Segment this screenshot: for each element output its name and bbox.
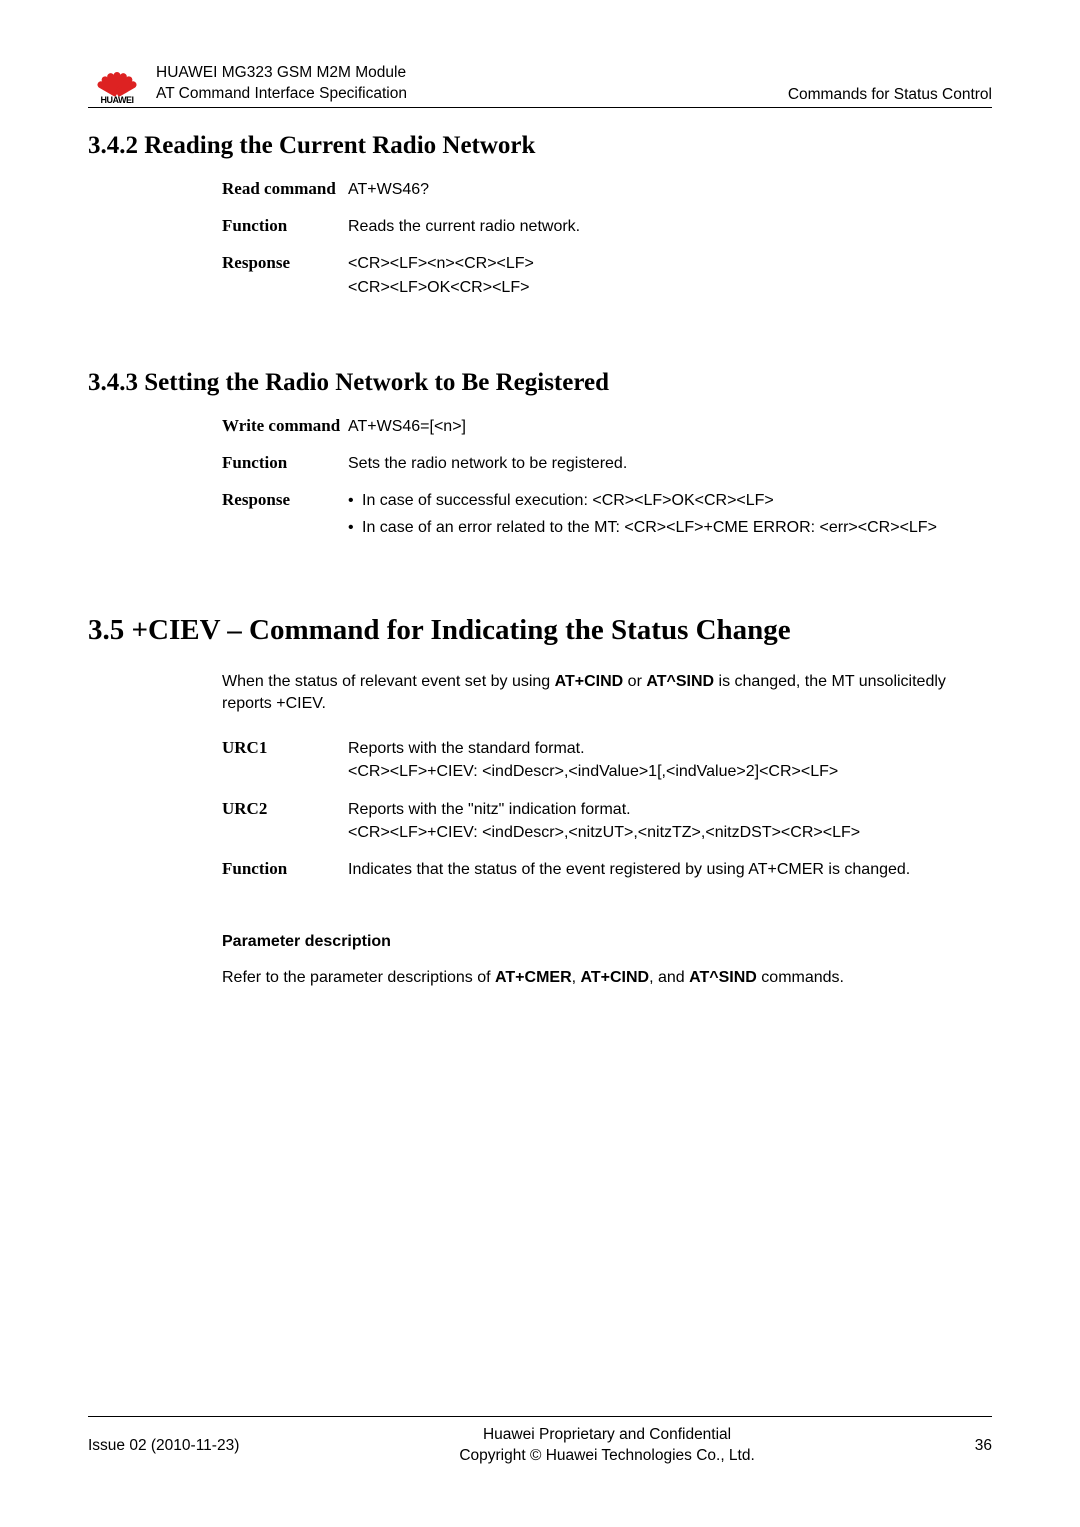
label-read-command: Read command <box>222 178 348 201</box>
section-3-5: 3.5 +CIEV – Command for Indicating the S… <box>88 614 992 990</box>
parameter-description-heading: Parameter description <box>222 933 992 951</box>
value-function-3: Indicates that the status of the event r… <box>348 858 992 881</box>
label-urc2: URC2 <box>222 798 348 844</box>
page-footer: Issue 02 (2010-11-23) Huawei Proprietary… <box>88 1416 992 1467</box>
response-line-1: <CR><LF><n><CR><LF> <box>348 252 992 275</box>
intro-bold-2: AT^SIND <box>646 673 714 690</box>
footer-issue: Issue 02 (2010-11-23) <box>88 1437 239 1455</box>
section-3-4-2: 3.4.2 Reading the Current Radio Network … <box>88 132 992 299</box>
intro-bold-1: AT+CIND <box>555 673 624 690</box>
header-product-line: HUAWEI MG323 GSM M2M Module <box>156 63 788 84</box>
value-read-command: AT+WS46? <box>348 178 992 201</box>
label-write-command: Write command <box>222 415 348 438</box>
heading-3-5: 3.5 +CIEV – Command for Indicating the S… <box>88 614 992 647</box>
value-function: Reads the current radio network. <box>348 215 992 238</box>
label-urc1: URC1 <box>222 737 348 783</box>
param-bold-1: AT+CMER <box>495 969 572 986</box>
intro-text-1: When the status of relevant event set by… <box>222 673 555 690</box>
logo-text: HUAWEI <box>101 95 134 105</box>
label-response: Response <box>222 252 348 298</box>
footer-proprietary: Huawei Proprietary and Confidential <box>459 1425 754 1446</box>
urc2-line-1: Reports with the "nitz" indication forma… <box>348 798 992 821</box>
response-bullet-2: In case of an error related to the MT: <… <box>348 516 992 539</box>
label-response-2: Response <box>222 489 348 543</box>
section-3-4-3: 3.4.3 Setting the Radio Network to Be Re… <box>88 369 992 544</box>
value-response-2: In case of successful execution: <CR><LF… <box>348 489 992 543</box>
param-bold-2: AT+CIND <box>581 969 650 986</box>
label-function-2: Function <box>222 452 348 475</box>
footer-page-number: 36 <box>975 1437 992 1455</box>
param-sep-1: , <box>572 969 581 986</box>
label-function-3: Function <box>222 858 348 881</box>
param-bold-3: AT^SIND <box>689 969 757 986</box>
value-urc2: Reports with the "nitz" indication forma… <box>348 798 992 844</box>
heading-3-4-3: 3.4.3 Setting the Radio Network to Be Re… <box>88 369 992 397</box>
value-response: <CR><LF><n><CR><LF> <CR><LF>OK<CR><LF> <box>348 252 992 298</box>
intro-text-2: or <box>623 673 646 690</box>
section-3-5-intro: When the status of relevant event set by… <box>222 671 992 716</box>
value-function-2: Sets the radio network to be registered. <box>348 452 992 475</box>
value-urc1: Reports with the standard format. <CR><L… <box>348 737 992 783</box>
logo-icon <box>96 64 138 94</box>
response-line-2: <CR><LF>OK<CR><LF> <box>348 276 992 299</box>
label-function: Function <box>222 215 348 238</box>
urc1-line-2: <CR><LF>+CIEV: <indDescr>,<indValue>1[,<… <box>348 760 992 783</box>
param-text-1: Refer to the parameter descriptions of <box>222 969 495 986</box>
header-left-text: HUAWEI MG323 GSM M2M Module AT Command I… <box>156 63 788 105</box>
footer-center: Huawei Proprietary and Confidential Copy… <box>459 1425 754 1467</box>
value-write-command: AT+WS46=[<n>] <box>348 415 992 438</box>
header-section-title: Commands for Status Control <box>788 86 992 105</box>
heading-3-4-2: 3.4.2 Reading the Current Radio Network <box>88 132 992 160</box>
footer-copyright: Copyright © Huawei Technologies Co., Ltd… <box>459 1446 754 1467</box>
header-doc-line: AT Command Interface Specification <box>156 84 788 105</box>
page-header: HUAWEI HUAWEI MG323 GSM M2M Module AT Co… <box>88 55 992 108</box>
response-bullet-1: In case of successful execution: <CR><LF… <box>348 489 992 512</box>
urc2-line-2: <CR><LF>+CIEV: <indDescr>,<nitzUT>,<nitz… <box>348 821 992 844</box>
parameter-description-text: Refer to the parameter descriptions of A… <box>222 967 992 989</box>
param-text-2: commands. <box>757 969 844 986</box>
urc1-line-1: Reports with the standard format. <box>348 737 992 760</box>
huawei-logo: HUAWEI <box>88 55 146 105</box>
param-sep-2: , and <box>649 969 689 986</box>
